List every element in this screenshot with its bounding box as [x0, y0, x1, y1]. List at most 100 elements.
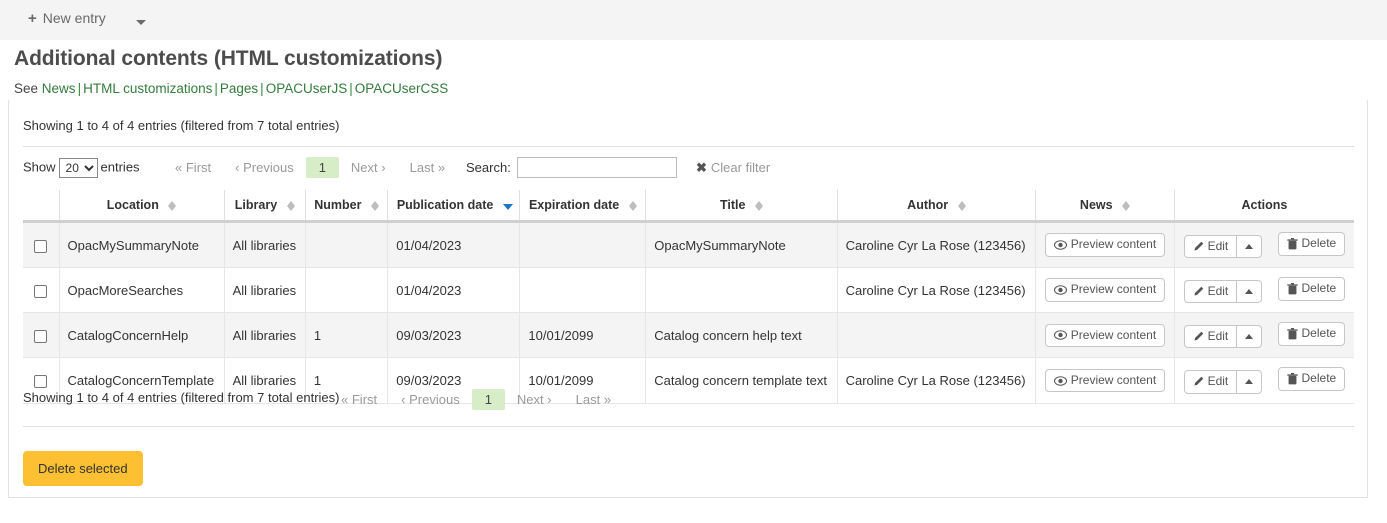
- link-separator-3: |: [260, 81, 264, 96]
- first-label: First: [351, 392, 378, 407]
- pagination-next[interactable]: Next ›: [339, 157, 398, 178]
- column-library[interactable]: Library: [223, 190, 306, 223]
- pagination-last-bottom[interactable]: Last »: [564, 389, 623, 410]
- row-checkbox[interactable]: [34, 239, 48, 253]
- row-select-cell: [23, 221, 59, 269]
- table-row: CatalogConcernHelp All libraries 1 09/03…: [23, 312, 1354, 359]
- edit-dropdown-toggle[interactable]: [1236, 234, 1263, 259]
- link-news[interactable]: News: [42, 81, 76, 96]
- pagination-previous-bottom[interactable]: ‹ Previous: [389, 389, 472, 410]
- divider-top: [23, 146, 1354, 147]
- row-select-cell: [23, 312, 59, 359]
- pagination-last[interactable]: Last »: [398, 157, 457, 178]
- cell-author: Caroline Cyr La Rose (123456): [836, 357, 1036, 404]
- pagination-previous[interactable]: ‹ Previous: [223, 157, 306, 178]
- edit-dropdown-toggle[interactable]: [1236, 279, 1263, 304]
- first-label: First: [185, 160, 212, 175]
- row-checkbox[interactable]: [34, 329, 48, 343]
- divider-bottom: [23, 426, 1354, 427]
- last-label: Last: [575, 392, 601, 407]
- delete-label: Delete: [1301, 326, 1337, 341]
- cell-publication-date: 09/03/2023: [387, 312, 520, 359]
- trash-icon: [1286, 282, 1298, 295]
- previous-label: Previous: [243, 160, 294, 175]
- clear-filter-label: Clear filter: [710, 160, 771, 175]
- new-entry-button[interactable]: + New entry: [22, 8, 112, 28]
- clear-filter-button[interactable]: ✖ Clear filter: [696, 160, 770, 176]
- eye-icon: [1053, 240, 1067, 250]
- cell-library: All libraries: [223, 312, 306, 359]
- column-publication-date[interactable]: Publication date: [387, 190, 520, 223]
- table-body: OpacMySummaryNote All libraries 01/04/20…: [23, 221, 1354, 404]
- last-glyph: »: [603, 392, 612, 407]
- column-news[interactable]: News: [1035, 190, 1175, 223]
- link-opacuserjs[interactable]: OPACUserJS: [266, 81, 348, 96]
- edit-button[interactable]: Edit: [1183, 279, 1238, 304]
- caret-up-icon: [1245, 289, 1254, 295]
- cell-author: [836, 312, 1036, 359]
- link-html-customizations[interactable]: HTML customizations: [83, 81, 212, 96]
- row-select-cell: [23, 267, 59, 314]
- preview-content-button[interactable]: Preview content: [1044, 278, 1166, 303]
- cell-location: OpacMySummaryNote: [58, 221, 225, 269]
- eye-icon: [1053, 375, 1067, 386]
- column-location[interactable]: Location: [58, 190, 225, 223]
- sort-icon-news: [1122, 200, 1131, 212]
- sort-icon-library: [286, 200, 295, 212]
- delete-button[interactable]: Delete: [1277, 232, 1346, 256]
- column-author[interactable]: Author: [836, 190, 1036, 223]
- column-title[interactable]: Title: [645, 190, 838, 223]
- pencil-icon: [1194, 241, 1203, 251]
- pagination-page-1[interactable]: 1: [305, 157, 339, 178]
- preview-content-label: Preview content: [1070, 237, 1157, 252]
- edit-dropdown-toggle[interactable]: [1236, 370, 1263, 394]
- trash-icon: [1286, 237, 1298, 250]
- page-length-select[interactable]: 20: [58, 158, 98, 178]
- pagination-first[interactable]: « First: [163, 157, 223, 178]
- cell-title: Catalog concern help text: [645, 312, 838, 359]
- previous-glyph: ‹: [401, 392, 406, 407]
- edit-button[interactable]: Edit: [1183, 234, 1238, 259]
- column-number[interactable]: Number: [304, 190, 388, 223]
- pagination-page-1-bottom[interactable]: 1: [471, 389, 505, 410]
- additional-contents-table: Location Library Number Publication date: [23, 190, 1354, 404]
- pagination-next-bottom[interactable]: Next ›: [505, 389, 564, 410]
- sort-icon-author: [957, 200, 966, 212]
- entries-label: entries: [100, 159, 140, 175]
- cell-news: Preview content: [1035, 312, 1175, 359]
- new-entry-dropdown-toggle[interactable]: [128, 10, 154, 31]
- sort-icon-number: [370, 200, 379, 212]
- link-opacusercss[interactable]: OPACUserCSS: [355, 81, 449, 96]
- breadcrumb-links: See News | HTML customizations | Pages | OPACU…: [14, 81, 448, 96]
- preview-content-button[interactable]: Preview content: [1044, 233, 1166, 257]
- new-entry-label: New entry: [42, 10, 106, 26]
- column-title-label: Title: [719, 198, 746, 212]
- previous-label: Previous: [409, 392, 460, 407]
- delete-selected-button[interactable]: Delete selected: [23, 451, 143, 486]
- cell-publication-date: 01/04/2023: [387, 267, 520, 314]
- preview-content-button[interactable]: Preview content: [1044, 368, 1166, 393]
- table-info-bottom: Showing 1 to 4 of 4 entries (filtered fr…: [23, 390, 340, 405]
- link-pages[interactable]: Pages: [220, 81, 258, 96]
- pencil-icon: [1194, 286, 1203, 296]
- delete-button[interactable]: Delete: [1277, 367, 1346, 392]
- last-label: Last: [409, 160, 435, 175]
- delete-button[interactable]: Delete: [1277, 277, 1346, 301]
- pagination-first-bottom[interactable]: « First: [329, 389, 389, 410]
- table-row: OpacMySummaryNote All libraries 01/04/20…: [23, 221, 1354, 269]
- preview-content-button[interactable]: Preview content: [1044, 323, 1166, 348]
- column-expiration-date[interactable]: Expiration date: [519, 190, 646, 223]
- row-checkbox[interactable]: [34, 375, 48, 389]
- column-actions: Actions: [1173, 190, 1354, 223]
- cell-actions: Edit Delete: [1173, 267, 1354, 314]
- column-publication-date-label: Publication date: [396, 198, 494, 212]
- column-actions-label: Actions: [1241, 198, 1288, 212]
- edit-dropdown-toggle[interactable]: [1236, 324, 1263, 349]
- edit-button[interactable]: Edit: [1183, 324, 1238, 349]
- eye-icon: [1053, 285, 1067, 295]
- search-input[interactable]: [516, 157, 677, 178]
- row-checkbox[interactable]: [34, 284, 48, 298]
- cell-library: All libraries: [223, 267, 306, 314]
- delete-button[interactable]: Delete: [1277, 322, 1346, 346]
- edit-button[interactable]: Edit: [1183, 370, 1238, 394]
